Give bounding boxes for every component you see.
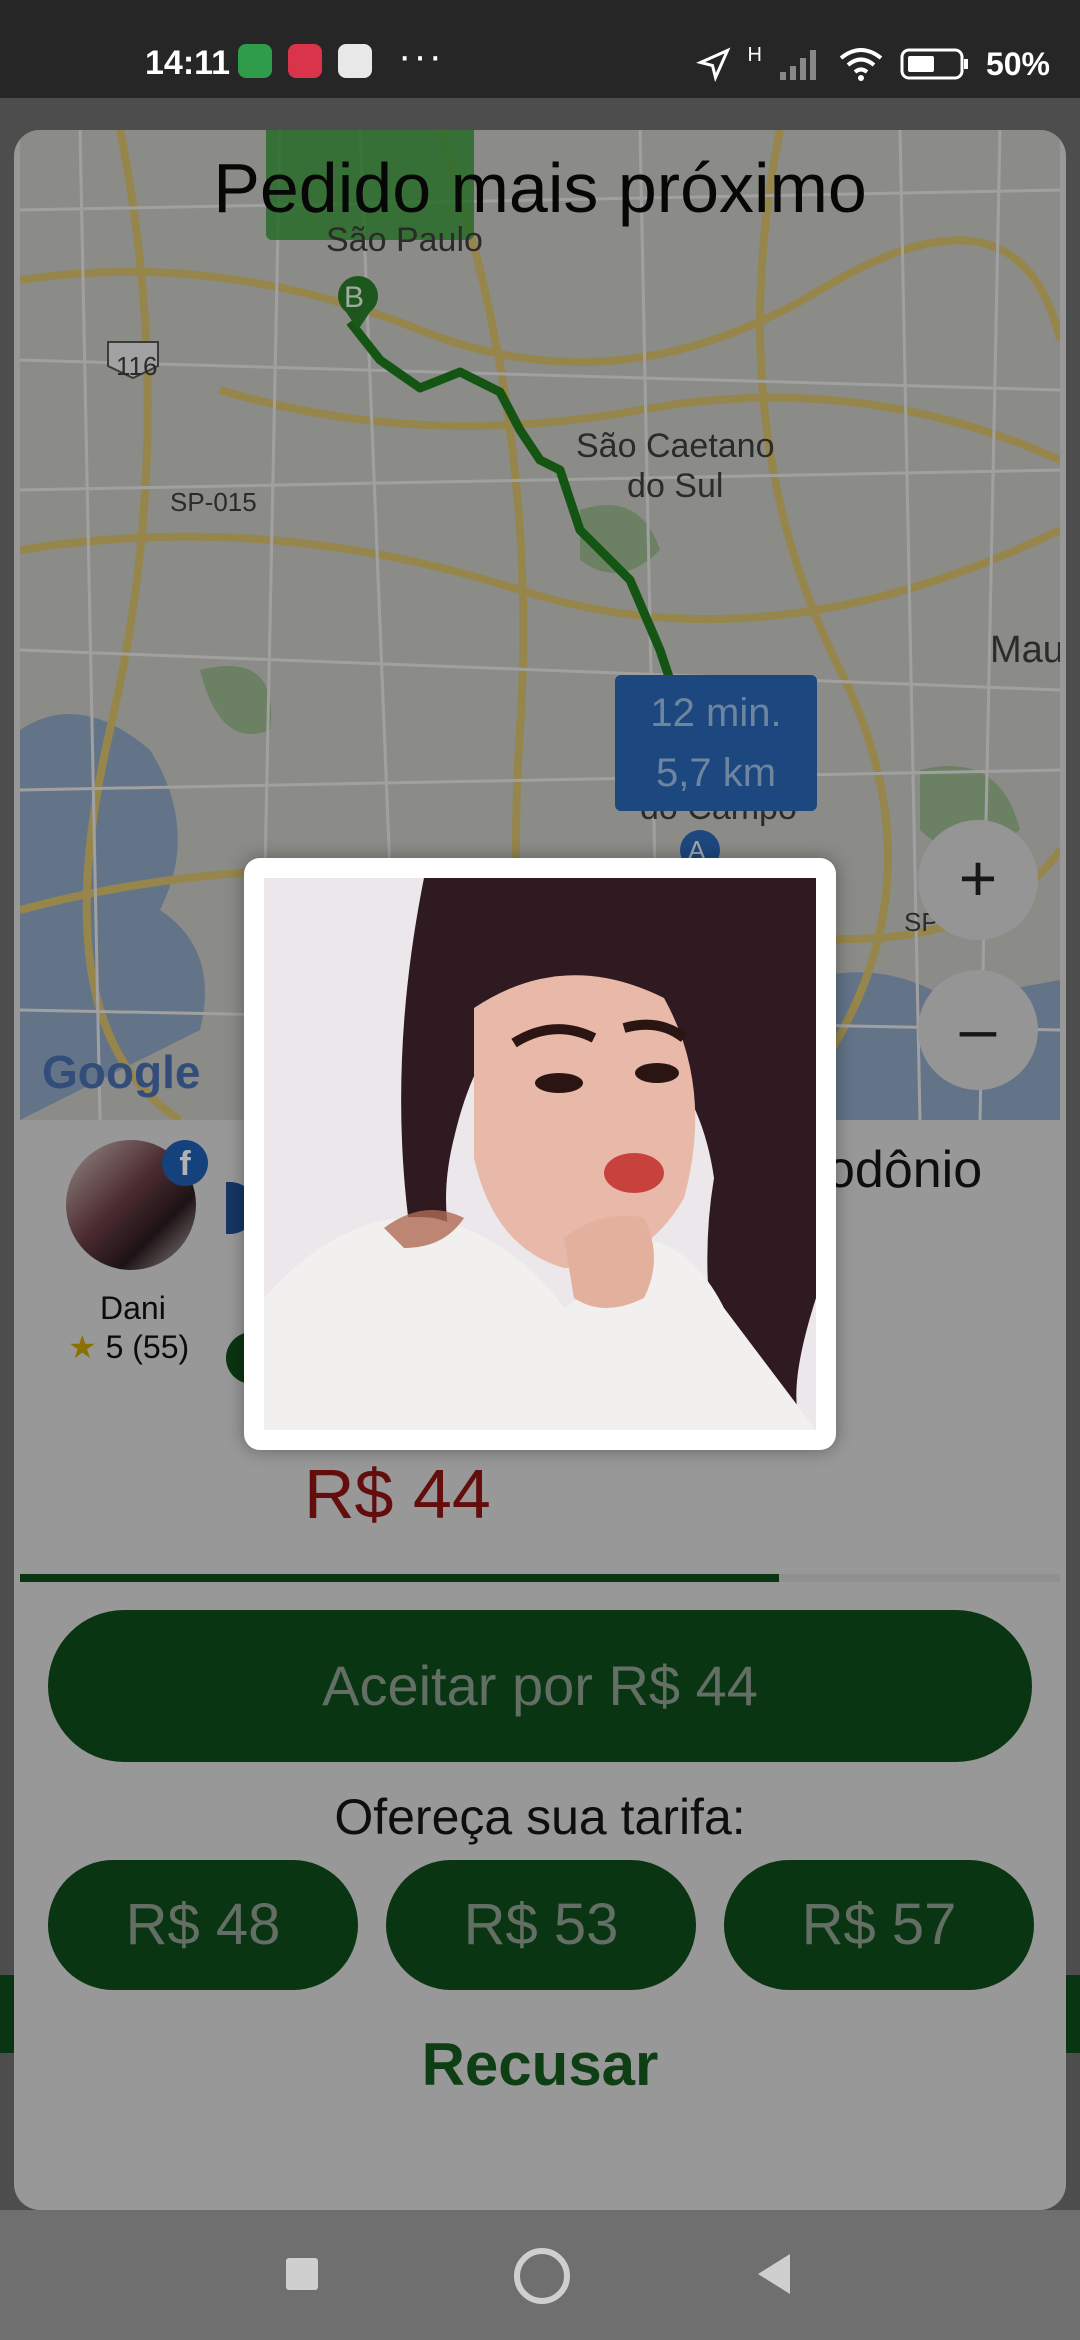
driver-name: Dani (100, 1290, 166, 1326)
back-icon[interactable] (758, 2254, 790, 2294)
recent-apps-icon[interactable] (286, 2258, 318, 2290)
accept-button[interactable]: Aceitar por R$ 44 (48, 1610, 1032, 1762)
map-label-maua: Mau (990, 629, 1060, 671)
background-button-edge (0, 1975, 14, 2053)
google-attribution-logo: Google (42, 1046, 201, 1098)
network-type: H (747, 44, 762, 66)
destination-text: odônio (826, 1141, 983, 1199)
route-eta-distance: 5,7 km (655, 751, 777, 795)
map-label-road-116: 116 (116, 351, 158, 381)
passenger-photo (264, 878, 816, 1430)
status-time: 14:11 (145, 44, 231, 82)
page-title: Pedido mais próximo (213, 149, 867, 227)
offer-fare-label: Ofereça sua tarifa: (334, 1789, 746, 1845)
fare-option-button-1[interactable]: R$ 48 (48, 1860, 358, 1990)
fare-option-button-3[interactable]: R$ 57 (724, 1860, 1034, 1990)
timer-progress-fill (20, 1574, 780, 1582)
map-label-sao-caetano: São Caetano do Sul (576, 427, 775, 505)
app-icon-red (288, 44, 322, 78)
driver-rating-value: 5 (55) (105, 1329, 190, 1365)
status-right: H 50% (695, 44, 1050, 84)
battery-percent: 50% (985, 45, 1050, 82)
status-bar: 14:11 ··· H 50% (0, 0, 1080, 98)
star-icon: ★ (68, 1329, 97, 1365)
route-eta-time: 12 min. (650, 691, 782, 735)
more-notifications-icon: ··· (398, 34, 444, 78)
home-icon[interactable] (514, 2248, 570, 2304)
zoom-out-button[interactable]: – (918, 970, 1038, 1090)
timer-progress-track (20, 1574, 1060, 1582)
zoom-in-button[interactable]: + (918, 820, 1038, 940)
location-icon (695, 47, 730, 82)
marker-b-label: B (344, 281, 365, 314)
wifi-icon (839, 48, 883, 81)
order-price: R$ 44 (304, 1455, 491, 1533)
passenger-photo-modal[interactable] (244, 858, 836, 1450)
route-eta-badge: 12 min. 5,7 km (615, 675, 817, 811)
map-label-sp015: SP-015 (170, 487, 257, 517)
decline-button[interactable]: Recusar (14, 2030, 1066, 2099)
facebook-icon: f (162, 1140, 208, 1186)
fare-option-button-2[interactable]: R$ 53 (386, 1860, 696, 1990)
battery-icon (900, 48, 968, 80)
system-nav-bar (0, 2210, 1080, 2340)
app-icon-avocado (338, 44, 372, 78)
driver-rating: ★ 5 (55) (68, 1328, 189, 1366)
app-icon-green (238, 44, 272, 78)
background-button-edge (1066, 1975, 1080, 2053)
signal-icon (779, 50, 816, 80)
